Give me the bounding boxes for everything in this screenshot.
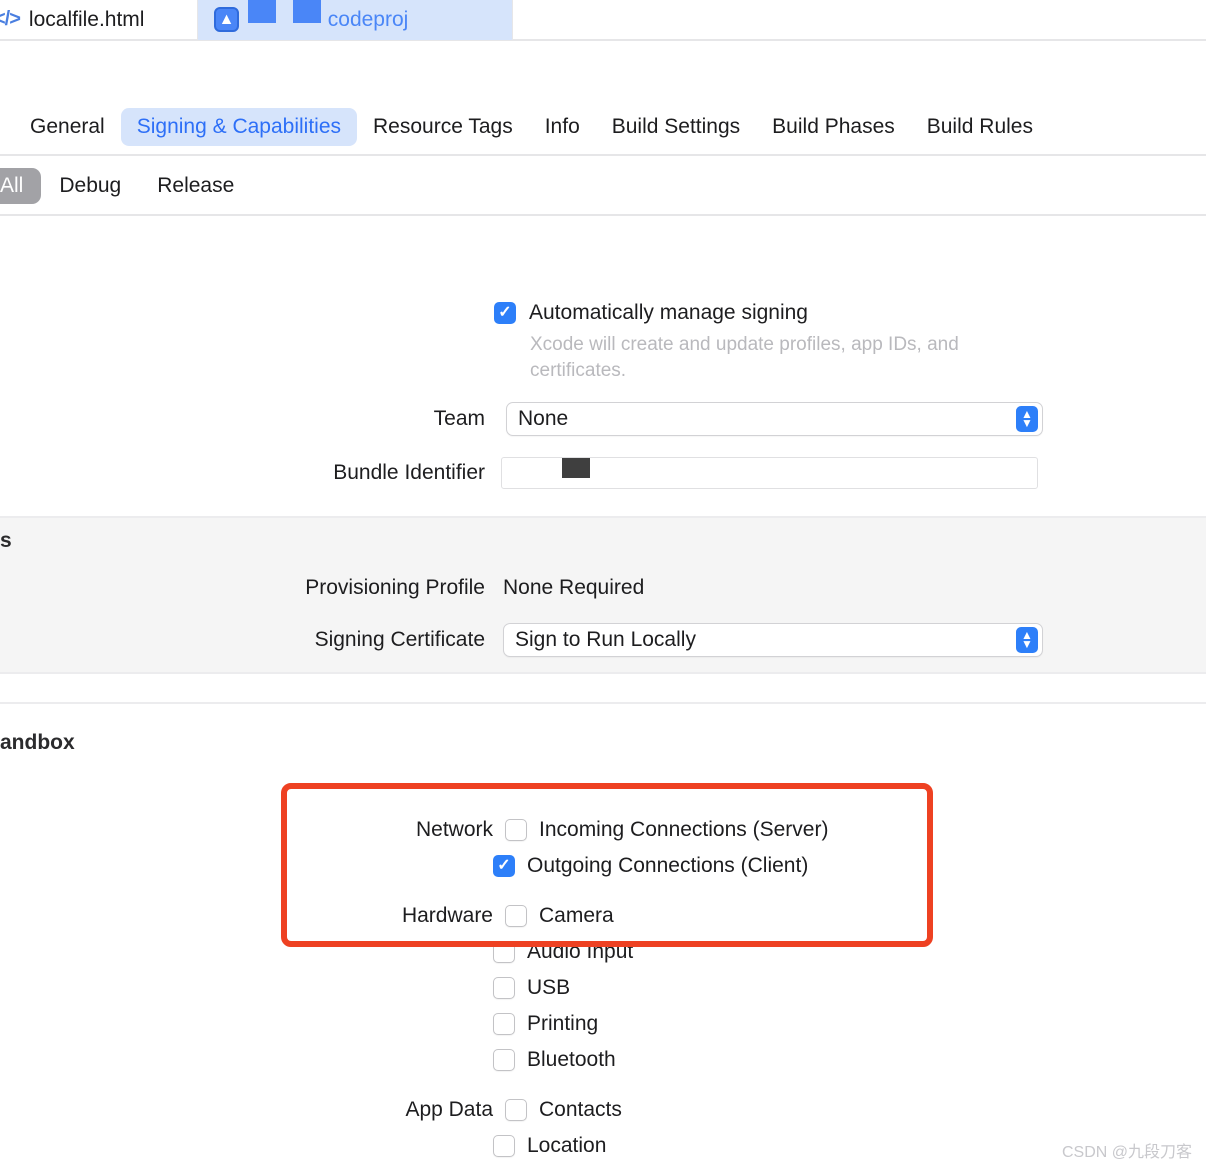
contacts-label: Contacts — [539, 1098, 622, 1121]
sandbox-item-outgoing-connections: ✓ Outgoing Connections (Client) — [493, 854, 808, 878]
provisioning-profile-label: Provisioning Profile — [305, 576, 485, 599]
tab-signing-capabilities[interactable]: Signing & Capabilities — [120, 107, 358, 146]
team-label: Team — [433, 407, 485, 430]
contacts-checkbox[interactable] — [505, 1099, 527, 1121]
tab-build-settings[interactable]: Build Settings — [596, 108, 756, 146]
provisioning-profile-value: None Required — [503, 576, 645, 599]
chevron-updown-icon[interactable]: ▲ ▼ — [1016, 627, 1038, 653]
signing-certificate-popup-button[interactable]: Sign to Run Locally ▲ ▼ — [503, 623, 1043, 657]
bundle-identifier-field[interactable] — [501, 457, 1038, 489]
editor-tab-bar: </> localfile.html ▲ Tinyopg.codeproj — [0, 0, 1206, 41]
redaction-block — [293, 0, 321, 23]
sandbox-group-network: Network Incoming Connections (Server) — [388, 818, 828, 842]
tab-info[interactable]: Info — [529, 108, 596, 146]
file-tab-xcodeproj[interactable]: ▲ Tinyopg.codeproj — [198, 0, 513, 40]
hardware-group-label: Hardware — [401, 904, 493, 927]
config-filter-all[interactable]: All — [0, 168, 42, 204]
redaction-block — [248, 0, 276, 23]
usb-label: USB — [527, 976, 571, 999]
sandbox-item-bluetooth: Bluetooth — [493, 1048, 616, 1072]
sandbox-group-hardware: Hardware Camera — [378, 904, 614, 928]
auto-manage-signing-checkbox[interactable]: ✓ — [494, 302, 516, 324]
app-data-group-label: App Data — [405, 1098, 493, 1121]
signing-certificate-label: Signing Certificate — [314, 628, 485, 651]
config-filter-debug[interactable]: Debug — [41, 168, 139, 204]
printing-label: Printing — [527, 1012, 599, 1035]
signing-certificate-row: Signing Certificate Sign to Run Locally … — [280, 623, 1043, 657]
signing-certificate-value: Sign to Run Locally — [515, 628, 696, 651]
incoming-connections-label: Incoming Connections (Server) — [539, 818, 829, 841]
xcode-signing-capabilities-editor: </> localfile.html ▲ Tinyopg.codeproj Ge… — [0, 0, 1206, 1170]
sandbox-group-app-data: App Data Contacts — [382, 1098, 622, 1122]
team-popup-button[interactable]: None ▲ ▼ — [506, 402, 1043, 436]
tab-general[interactable]: General — [14, 108, 121, 146]
bundle-identifier-row: Bundle Identifier — [300, 457, 1038, 489]
file-tab-label: localfile.html — [28, 7, 145, 31]
bluetooth-label: Bluetooth — [527, 1048, 616, 1071]
audio-input-checkbox[interactable] — [493, 941, 515, 963]
location-label: Location — [527, 1134, 607, 1157]
incoming-connections-checkbox[interactable] — [505, 819, 527, 841]
chevron-updown-icon[interactable]: ▲ ▼ — [1016, 406, 1038, 432]
project-editor-tabs: General Signing & Capabilities Resource … — [0, 99, 1206, 156]
tab-build-phases[interactable]: Build Phases — [756, 108, 911, 146]
tab-build-rules[interactable]: Build Rules — [911, 108, 1049, 146]
sandbox-item-usb: USB — [493, 976, 570, 1000]
outgoing-connections-label: Outgoing Connections (Client) — [527, 854, 809, 877]
team-value: None — [518, 407, 569, 430]
configuration-filter-row: All Debug Release — [0, 158, 1206, 216]
sandbox-item-audio-input: Audio Input — [493, 940, 633, 964]
outgoing-connections-checkbox[interactable]: ✓ — [493, 855, 515, 877]
auto-manage-signing-row[interactable]: ✓ Automatically manage signing — [494, 301, 808, 325]
config-filter-release[interactable]: Release — [139, 168, 252, 204]
sandbox-item-location: Location — [493, 1134, 606, 1158]
app-sandbox-title: andbox — [0, 731, 75, 754]
signing-section: ✓ Automatically manage signing Xcode wil… — [0, 216, 1206, 516]
network-group-label: Network — [415, 818, 493, 841]
auto-manage-signing-label: Automatically manage signing — [529, 301, 808, 324]
redaction-block — [562, 458, 590, 478]
provisioning-profile-row: Provisioning Profile None Required — [280, 576, 644, 600]
macos-signing-section: s Provisioning Profile None Required Sig… — [0, 516, 1206, 674]
bundle-identifier-label: Bundle Identifier — [333, 461, 485, 484]
location-checkbox[interactable] — [493, 1135, 515, 1157]
bluetooth-checkbox[interactable] — [493, 1049, 515, 1071]
macos-section-title: s — [0, 529, 12, 552]
tab-resource-tags[interactable]: Resource Tags — [357, 108, 529, 146]
watermark: CSDN @九段刀客 — [1061, 1144, 1192, 1161]
audio-input-label: Audio Input — [527, 940, 634, 963]
auto-manage-signing-hint: Xcode will create and update profiles, a… — [530, 334, 959, 381]
team-row: Team None ▲ ▼ — [300, 402, 1043, 436]
file-tab-localfile[interactable]: </> localfile.html — [0, 0, 198, 40]
code-file-icon: </> — [0, 8, 21, 30]
usb-checkbox[interactable] — [493, 977, 515, 999]
camera-checkbox[interactable] — [505, 905, 527, 927]
file-tab-label-redacted: Tinyopg.codeproj — [248, 0, 408, 32]
camera-label: Camera — [539, 904, 614, 927]
printing-checkbox[interactable] — [493, 1013, 515, 1035]
sandbox-item-printing: Printing — [493, 1012, 598, 1036]
app-sandbox-section: andbox Network Incoming Connections (Ser… — [0, 704, 1206, 1170]
xcode-project-icon: ▲ — [214, 7, 239, 32]
